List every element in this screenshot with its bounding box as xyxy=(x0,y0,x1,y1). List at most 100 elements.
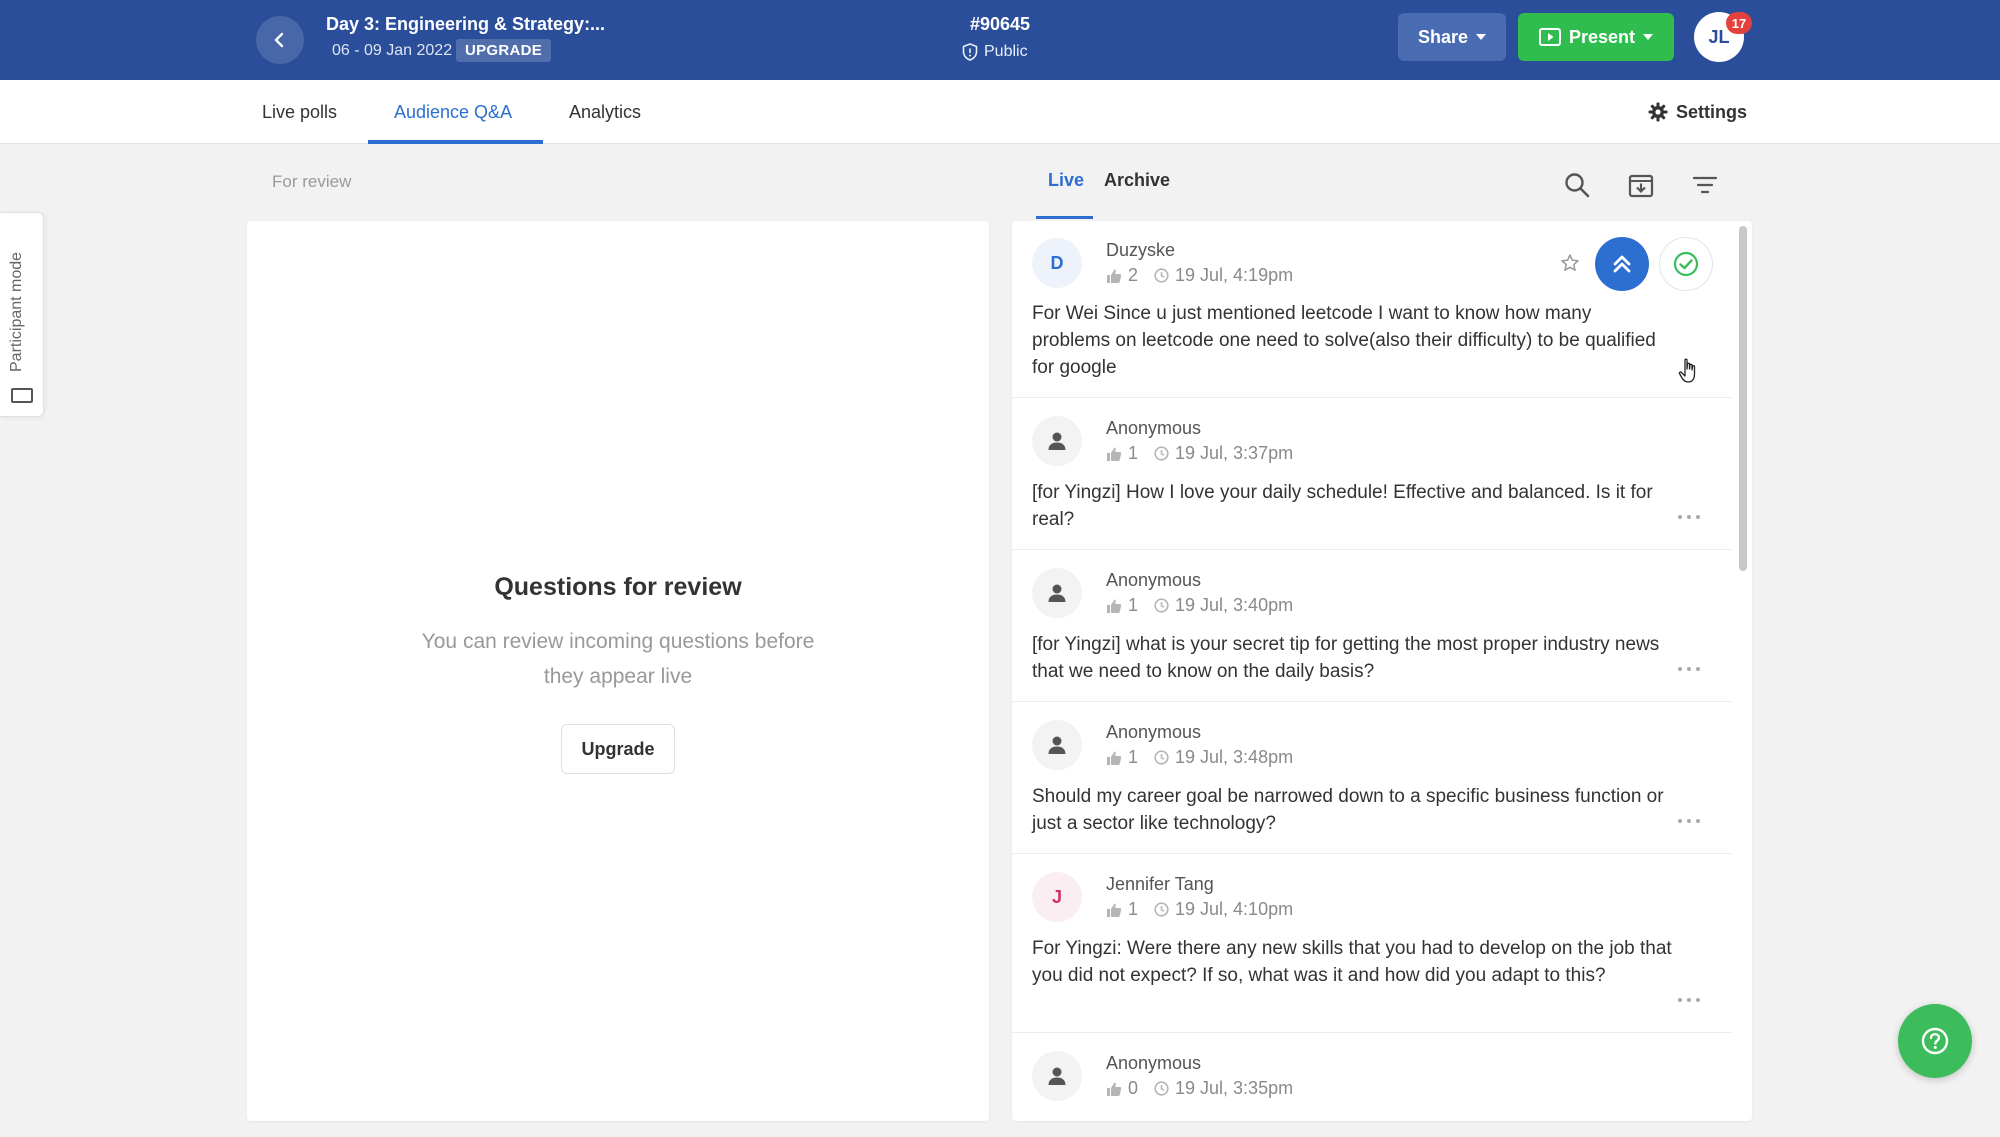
questions-scrollbar[interactable] xyxy=(1739,226,1747,571)
author-name: Anonymous xyxy=(1106,722,1202,742)
check-circle-icon xyxy=(1673,251,1699,277)
visibility-status[interactable]: Public xyxy=(962,43,1028,61)
clock-icon xyxy=(1154,750,1169,765)
anonymous-avatar xyxy=(1032,416,1082,466)
author-avatar: D xyxy=(1032,238,1082,288)
question-item[interactable]: J Jennifer Tang 1 19 Jul, 4:10pm For Yin… xyxy=(1012,855,1732,1033)
author-name: Anonymous xyxy=(1106,1053,1202,1073)
thumbs-up-icon xyxy=(1107,599,1122,613)
question-meta: 1 19 Jul, 3:48pm xyxy=(1106,747,1293,768)
tab-audience-qa[interactable]: Audience Q&A xyxy=(394,80,512,144)
review-panel: Questions for review You can review inco… xyxy=(247,221,989,1121)
gear-icon xyxy=(1648,102,1668,122)
event-code: #90645 xyxy=(969,14,1031,34)
like-count: 2 xyxy=(1128,265,1139,285)
double-chevron-up-icon xyxy=(1613,255,1631,273)
anonymous-avatar xyxy=(1032,568,1082,618)
help-icon xyxy=(1921,1027,1949,1055)
more-options-button[interactable] xyxy=(1678,816,1700,826)
active-tab-indicator xyxy=(368,140,543,144)
help-button[interactable] xyxy=(1898,1004,1972,1078)
search-button[interactable] xyxy=(1562,170,1592,200)
question-meta: 1 19 Jul, 3:40pm xyxy=(1106,595,1293,616)
star-button[interactable] xyxy=(1556,249,1584,277)
clock-icon xyxy=(1154,446,1169,461)
filter-icon xyxy=(1692,176,1718,194)
thumbs-up-icon xyxy=(1107,447,1122,461)
archive-download-icon xyxy=(1628,174,1654,198)
tab-live[interactable]: Live xyxy=(1048,170,1084,191)
notification-badge: 17 xyxy=(1726,12,1752,34)
upgrade-badge[interactable]: UPGRADE xyxy=(456,39,552,62)
tab-archive[interactable]: Archive xyxy=(1104,170,1170,191)
hand-cursor-icon xyxy=(1678,358,1696,383)
mark-answered-button[interactable] xyxy=(1659,237,1713,291)
question-item[interactable]: Anonymous 1 19 Jul, 3:48pm Should my car… xyxy=(1012,703,1732,854)
present-button[interactable]: Present xyxy=(1518,13,1674,61)
author-name: Anonymous xyxy=(1106,570,1202,590)
highlight-button[interactable] xyxy=(1595,237,1649,291)
anonymous-avatar xyxy=(1032,1051,1082,1101)
more-options-button[interactable] xyxy=(1678,664,1700,674)
user-icon xyxy=(1048,584,1066,602)
tab-analytics[interactable]: Analytics xyxy=(569,80,641,144)
visibility-label: Public xyxy=(984,43,1028,60)
clock-icon xyxy=(1154,268,1169,283)
clock-icon xyxy=(1154,902,1169,917)
thumbs-up-icon xyxy=(1107,269,1122,283)
filter-button[interactable] xyxy=(1690,170,1720,200)
like-count: 0 xyxy=(1128,1078,1139,1098)
question-item[interactable]: Anonymous 1 19 Jul, 3:37pm [for Yingzi] … xyxy=(1012,399,1732,550)
question-item[interactable]: D Duzyske 2 19 Jul, 4:19pm For Wei Since… xyxy=(1012,221,1732,398)
event-title[interactable]: Day 3: Engineering & Strategy:... xyxy=(326,14,605,35)
star-icon xyxy=(1561,254,1579,271)
like-count: 1 xyxy=(1128,595,1139,615)
user-icon xyxy=(1048,1067,1066,1085)
live-tab-indicator xyxy=(1036,216,1093,219)
top-bar: Day 3: Engineering & Strategy:... 06 - 0… xyxy=(0,0,2000,80)
thumbs-up-icon xyxy=(1107,1082,1122,1096)
shield-icon xyxy=(962,43,978,61)
question-time: 19 Jul, 4:10pm xyxy=(1175,899,1294,919)
more-options-button[interactable] xyxy=(1678,512,1700,522)
more-options-button[interactable] xyxy=(1678,995,1700,1005)
archive-download-button[interactable] xyxy=(1626,170,1656,200)
question-meta: 0 19 Jul, 3:35pm xyxy=(1106,1078,1293,1099)
question-meta: 1 19 Jul, 4:10pm xyxy=(1106,899,1293,920)
question-text: [for Yingzi] How I love your daily sched… xyxy=(1032,482,1653,530)
share-button[interactable]: Share xyxy=(1398,13,1506,61)
like-count: 1 xyxy=(1128,899,1139,919)
author-name: Duzyske xyxy=(1106,240,1176,260)
caret-down-icon xyxy=(1643,34,1654,40)
participant-mode-label: Participant mode xyxy=(8,251,25,372)
share-label: Share xyxy=(1417,26,1469,47)
settings-button[interactable]: Settings xyxy=(1648,80,1747,144)
question-time: 19 Jul, 3:48pm xyxy=(1175,747,1294,767)
thumbs-up-icon xyxy=(1107,903,1122,917)
user-icon xyxy=(1048,432,1066,450)
questions-list[interactable]: D Duzyske 2 19 Jul, 4:19pm For Wei Since… xyxy=(1012,221,1752,1121)
question-time: 19 Jul, 3:37pm xyxy=(1175,443,1294,463)
back-button[interactable] xyxy=(256,16,304,64)
clock-icon xyxy=(1154,598,1169,613)
clock-icon xyxy=(1154,1081,1169,1096)
tab-live-polls[interactable]: Live polls xyxy=(262,80,337,144)
like-count: 1 xyxy=(1128,747,1139,767)
for-review-heading: For review xyxy=(272,172,352,191)
anonymous-avatar xyxy=(1032,720,1082,770)
question-item[interactable]: Anonymous 0 19 Jul, 3:35pm xyxy=(1012,1034,1732,1121)
question-text: Should my career goal be narrowed down t… xyxy=(1032,786,1664,834)
question-item[interactable]: Anonymous 1 19 Jul, 3:40pm [for Yingzi] … xyxy=(1012,551,1732,702)
review-description: You can review incoming questions before… xyxy=(421,630,815,688)
caret-down-icon xyxy=(1476,34,1487,40)
upgrade-button[interactable]: Upgrade xyxy=(561,724,675,774)
question-meta: 1 19 Jul, 3:37pm xyxy=(1106,443,1293,464)
question-text: For Wei Since u just mentioned leetcode … xyxy=(1032,303,1656,378)
event-dates: 06 - 09 Jan 2022 xyxy=(332,42,453,59)
question-time: 19 Jul, 3:40pm xyxy=(1175,595,1294,615)
author-name: Jennifer Tang xyxy=(1106,874,1214,894)
settings-label: Settings xyxy=(1676,101,1748,122)
screen-icon xyxy=(11,388,33,403)
present-label: Present xyxy=(1568,26,1636,47)
question-time: 19 Jul, 4:19pm xyxy=(1175,265,1294,285)
